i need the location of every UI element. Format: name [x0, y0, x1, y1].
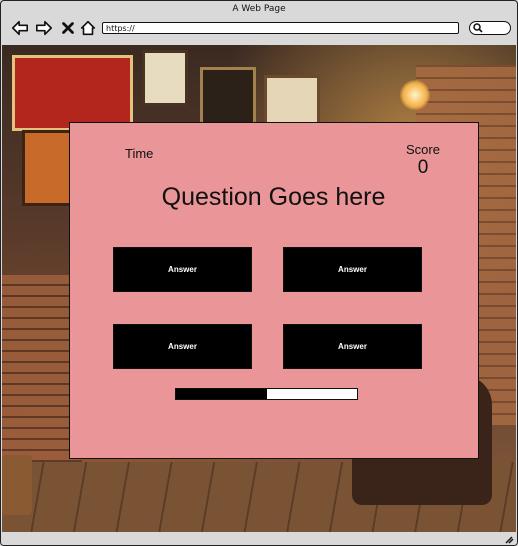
answer-button-3[interactable]: Answer — [113, 324, 252, 369]
arrow-left-icon[interactable] — [10, 18, 30, 38]
status-bar — [1, 532, 517, 545]
browser-window: A Web Page https:// Time Score 0 Questio… — [0, 0, 518, 546]
answer-button-4[interactable]: Answer — [283, 324, 422, 369]
score-label: Score — [406, 142, 440, 157]
search-icon — [473, 23, 483, 33]
time-label: Time — [125, 146, 154, 161]
browser-toolbar: https:// — [1, 15, 517, 43]
answer-button-2[interactable]: Answer — [283, 247, 422, 292]
address-bar[interactable]: https:// — [102, 22, 459, 34]
score-value: 0 — [417, 157, 429, 178]
resize-handle-icon[interactable] — [502, 534, 514, 544]
question-text: Question Goes here — [161, 183, 386, 211]
progress-fill — [176, 389, 267, 399]
quiz-panel: Time Score 0 Question Goes here Answer A… — [69, 122, 479, 459]
arrow-right-icon[interactable] — [34, 18, 54, 38]
answer-button-1[interactable]: Answer — [113, 247, 252, 292]
progress-bar — [175, 388, 358, 400]
search-button[interactable] — [469, 21, 511, 35]
close-icon[interactable] — [58, 18, 78, 38]
home-icon[interactable] — [78, 18, 98, 38]
